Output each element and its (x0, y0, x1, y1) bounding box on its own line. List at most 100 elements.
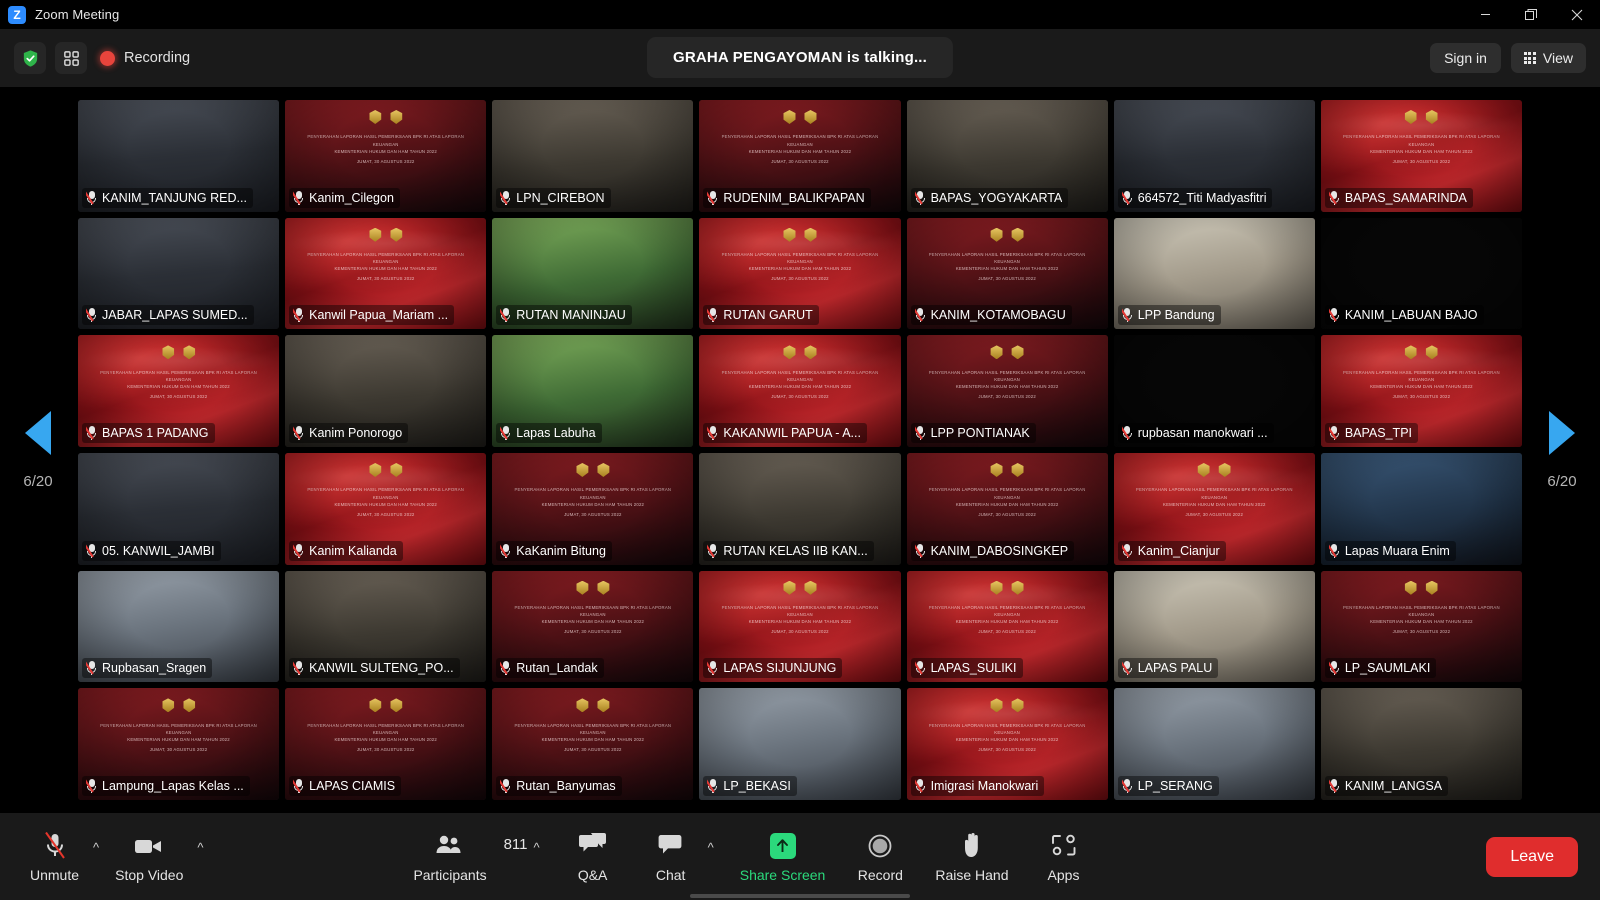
participant-name: LP_BEKASI (723, 779, 790, 793)
participant-name-strip: Lapas Labuha (496, 423, 601, 443)
mic-muted-icon (915, 426, 926, 440)
recording-indicator[interactable]: Recording (100, 50, 190, 66)
participant-tile[interactable]: PENYERAHAN LAPORAN HASIL PEMERIKSAAN BPK… (907, 453, 1108, 565)
page-indicator-right: 6/20 (1547, 473, 1576, 490)
participant-tile[interactable]: PENYERAHAN LAPORAN HASIL PEMERIKSAAN BPK… (907, 688, 1108, 800)
chat-chevron-up-icon[interactable]: ^ (704, 834, 718, 861)
participant-tile[interactable]: Lapas Muara Enim (1321, 453, 1522, 565)
participant-tile[interactable]: PENYERAHAN LAPORAN HASIL PEMERIKSAAN BPK… (699, 571, 900, 683)
participant-tile[interactable]: KANIM_TANJUNG RED... (78, 100, 279, 212)
participant-tile[interactable]: PENYERAHAN LAPORAN HASIL PEMERIKSAAN BPK… (492, 688, 693, 800)
participant-tile[interactable]: BAPAS_YOGYAKARTA (907, 100, 1108, 212)
chevron-left-icon[interactable] (25, 411, 51, 455)
window-title: Zoom Meeting (35, 7, 119, 22)
participant-tile[interactable]: PENYERAHAN LAPORAN HASIL PEMERIKSAAN BPK… (699, 335, 900, 447)
camera-icon (132, 831, 166, 861)
participant-name: Kanim Ponorogo (309, 426, 402, 440)
prev-page-control[interactable]: 6/20 (0, 87, 76, 813)
participant-tile[interactable]: KANIM_LABUAN BAJO (1321, 218, 1522, 330)
participant-tile[interactable]: PENYERAHAN LAPORAN HASIL PEMERIKSAAN BPK… (285, 100, 486, 212)
participant-name-strip: KANIM_LANGSA (1325, 776, 1448, 796)
qa-bubbles-icon (578, 831, 608, 861)
meeting-controls-toolbar: Unmute ^ Stop Video ^ (0, 813, 1600, 900)
participant-tile[interactable]: PENYERAHAN LAPORAN HASIL PEMERIKSAAN BPK… (1321, 335, 1522, 447)
participant-tile[interactable]: RUTAN MANINJAU (492, 218, 693, 330)
next-page-control[interactable]: 6/20 (1524, 87, 1600, 813)
participant-tile[interactable]: PENYERAHAN LAPORAN HASIL PEMERIKSAAN BPK… (1114, 453, 1315, 565)
participant-tile[interactable]: RUTAN KELAS IIB KAN... (699, 453, 900, 565)
share-screen-button[interactable]: Share Screen (732, 827, 834, 887)
minimize-icon[interactable] (1462, 0, 1508, 29)
participant-name: Kanwil Papua_Mariam ... (309, 308, 448, 322)
participant-tile[interactable]: 05. KANWIL_JAMBI (78, 453, 279, 565)
participant-name: Rutan_Landak (516, 661, 597, 675)
participant-tile[interactable]: LAPAS PALU (1114, 571, 1315, 683)
chat-button[interactable]: Chat (640, 827, 702, 887)
apps-button[interactable]: Apps (1033, 827, 1095, 887)
raise-hand-button[interactable]: Raise Hand (927, 827, 1016, 887)
participant-tile[interactable]: PENYERAHAN LAPORAN HASIL PEMERIKSAAN BPK… (907, 571, 1108, 683)
participant-tile[interactable]: LPN_CIREBON (492, 100, 693, 212)
participant-tile[interactable]: Rupbasan_Sragen (78, 571, 279, 683)
participant-name: BAPAS 1 PADANG (102, 426, 209, 440)
chevron-right-icon[interactable] (1549, 411, 1575, 455)
participant-tile[interactable]: 664572_Titi Madyasfitri (1114, 100, 1315, 212)
mic-muted-icon (915, 308, 926, 322)
sign-in-button[interactable]: Sign in (1430, 43, 1501, 73)
video-options-chevron-up-icon[interactable]: ^ (193, 834, 207, 861)
participant-tile[interactable]: PENYERAHAN LAPORAN HASIL PEMERIKSAAN BPK… (285, 218, 486, 330)
participant-tile[interactable]: LPP Bandung (1114, 218, 1315, 330)
participant-tile[interactable]: PENYERAHAN LAPORAN HASIL PEMERIKSAAN BPK… (285, 453, 486, 565)
participant-name-strip: Kanim_Cilegon (289, 188, 400, 208)
participant-tile[interactable]: KANWIL SULTENG_PO... (285, 571, 486, 683)
participant-name: RUTAN MANINJAU (516, 308, 626, 322)
mic-muted-icon (1122, 544, 1133, 558)
participant-tile[interactable]: JABAR_LAPAS SUMED... (78, 218, 279, 330)
participant-tile[interactable]: PENYERAHAN LAPORAN HASIL PEMERIKSAAN BPK… (907, 218, 1108, 330)
recording-label: Recording (124, 50, 190, 66)
view-button[interactable]: View (1511, 43, 1586, 73)
mic-muted-icon (500, 426, 511, 440)
participant-name-strip: RUDENIM_BALIKPAPAN (703, 188, 870, 208)
title-bar: Z Zoom Meeting (0, 0, 1600, 29)
mute-button[interactable]: Unmute (22, 827, 87, 887)
record-button-label: Record (858, 867, 903, 883)
participant-tile[interactable]: PENYERAHAN LAPORAN HASIL PEMERIKSAAN BPK… (492, 453, 693, 565)
participant-tile[interactable]: LP_BEKASI (699, 688, 900, 800)
participant-tile[interactable]: PENYERAHAN LAPORAN HASIL PEMERIKSAAN BPK… (1321, 571, 1522, 683)
participant-tile[interactable]: LP_SERANG (1114, 688, 1315, 800)
record-button[interactable]: Record (849, 827, 911, 887)
shield-check-icon[interactable] (14, 42, 46, 74)
participant-tile[interactable]: Kanim Ponorogo (285, 335, 486, 447)
participant-tile[interactable]: PENYERAHAN LAPORAN HASIL PEMERIKSAAN BPK… (285, 688, 486, 800)
mic-muted-icon (293, 426, 304, 440)
participant-name-strip: Kanim Ponorogo (289, 423, 408, 443)
participant-name-strip: LP_SERANG (1118, 776, 1219, 796)
participant-tile[interactable]: PENYERAHAN LAPORAN HASIL PEMERIKSAAN BPK… (699, 100, 900, 212)
participant-tile[interactable]: KANIM_LANGSA (1321, 688, 1522, 800)
participant-tile[interactable]: PENYERAHAN LAPORAN HASIL PEMERIKSAAN BPK… (492, 571, 693, 683)
participant-name-strip: LAPAS_SULIKI (911, 658, 1023, 678)
window-controls (1462, 0, 1600, 29)
participants-button[interactable]: Participants (405, 827, 494, 887)
participant-name-strip: Kanwil Papua_Mariam ... (289, 305, 454, 325)
participants-chevron-up-icon[interactable]: ^ (530, 834, 544, 861)
audio-options-chevron-up-icon[interactable]: ^ (89, 834, 103, 861)
participant-tile[interactable]: Lapas Labuha (492, 335, 693, 447)
participant-tile[interactable]: PENYERAHAN LAPORAN HASIL PEMERIKSAAN BPK… (907, 335, 1108, 447)
grid-layout-icon[interactable] (55, 42, 87, 74)
mic-muted-icon (1122, 426, 1133, 440)
close-icon[interactable] (1554, 0, 1600, 29)
participant-name: rupbasan manokwari ... (1138, 426, 1268, 440)
leave-button[interactable]: Leave (1486, 837, 1578, 877)
maximize-icon[interactable] (1508, 0, 1554, 29)
participant-tile[interactable]: PENYERAHAN LAPORAN HASIL PEMERIKSAAN BPK… (699, 218, 900, 330)
participant-tile[interactable]: PENYERAHAN LAPORAN HASIL PEMERIKSAAN BPK… (78, 688, 279, 800)
participant-tile[interactable]: PENYERAHAN LAPORAN HASIL PEMERIKSAAN BPK… (78, 335, 279, 447)
mic-muted-icon (1122, 779, 1133, 793)
participant-tile[interactable]: rupbasan manokwari ... (1114, 335, 1315, 447)
mic-muted-icon (1329, 191, 1340, 205)
stop-video-button[interactable]: Stop Video (107, 827, 191, 887)
qa-button[interactable]: Q&A (562, 827, 624, 887)
participant-tile[interactable]: PENYERAHAN LAPORAN HASIL PEMERIKSAAN BPK… (1321, 100, 1522, 212)
